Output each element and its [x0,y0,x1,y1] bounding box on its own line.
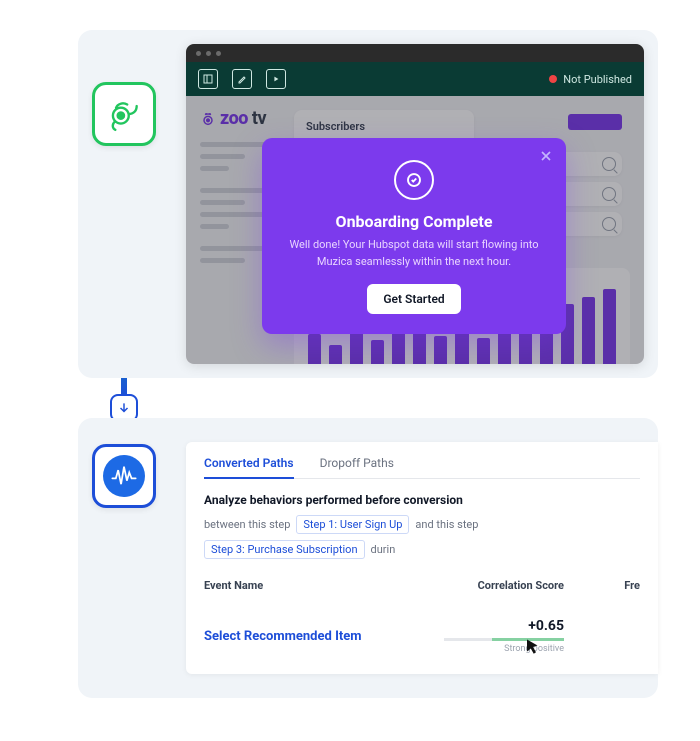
score-value: +0.65 [434,618,564,634]
traffic-dot [206,51,211,56]
publish-status: Not Published [549,73,632,86]
path-tabs: Converted Paths Dropoff Paths [204,456,640,479]
window-titlebar [186,44,644,62]
analysis-subhead: Analyze behaviors performed before conve… [204,493,640,507]
filter-sentence: between this step Step 1: User Sign Up a… [204,515,640,559]
embedded-browser-window: Not Published zootv Subscribers [186,44,644,364]
chameleon-icon [105,95,143,133]
top-panel: Not Published zootv Subscribers [78,30,658,378]
col-event-name: Event Name [204,579,434,592]
view-correlation-data-link[interactable]: View Correlation Data [330,672,436,674]
close-icon[interactable] [538,148,554,164]
bottom-panel: Converted Paths Dropoff Paths Analyze be… [78,418,658,698]
traffic-dot [216,51,221,56]
sentence-text: between this step [204,518,290,531]
event-name-cell: Select Recommended Item [204,629,434,644]
status-dot-icon [549,75,557,83]
sentence-text: and this step [415,518,478,531]
check-ring-icon [394,160,434,200]
expand-by-property-link[interactable]: Expand By Propery [204,672,296,674]
onboarding-modal: Onboarding Complete Well done! Your Hubs… [262,138,566,334]
hide-event-link[interactable]: Hide Event [469,672,521,674]
modal-title: Onboarding Complete [284,212,544,231]
play-icon[interactable] [266,69,286,89]
amplitude-app-badge [92,444,156,508]
amplitude-icon [110,462,138,490]
step-chip-1[interactable]: Step 1: User Sign Up [296,515,409,534]
analysis-card: Converted Paths Dropoff Paths Analyze be… [186,442,658,674]
cursor-icon [524,638,542,656]
get-started-button[interactable]: Get Started [367,284,460,314]
gauge-label: Strong positive [434,644,564,654]
col-frequency: Fre [564,579,640,592]
edit-icon[interactable] [232,69,252,89]
tab-converted-paths[interactable]: Converted Paths [204,456,294,470]
row-actions: Expand By Propery View Correlation Data … [204,672,640,674]
table-row[interactable]: Select Recommended Item +0.65 Strong pos… [204,618,640,654]
traffic-dot [196,51,201,56]
sentence-text: durin [371,543,396,556]
app-body: zootv Subscribers [186,96,644,364]
status-text: Not Published [563,73,632,86]
chameleon-app-badge [92,82,156,146]
layout-icon[interactable] [198,69,218,89]
score-cell: +0.65 Strong positive [434,618,564,654]
col-correlation-score: Correlation Score [434,579,564,592]
step-chip-2[interactable]: Step 3: Purchase Subscription [204,540,365,559]
correlation-gauge [444,638,564,641]
modal-body: Well done! Your Hubspot data will start … [284,237,544,270]
editor-toolbar: Not Published [186,62,644,96]
table-header: Event Name Correlation Score Fre [204,579,640,592]
arrow-down-icon [117,401,131,415]
tab-dropoff-paths[interactable]: Dropoff Paths [320,456,394,470]
